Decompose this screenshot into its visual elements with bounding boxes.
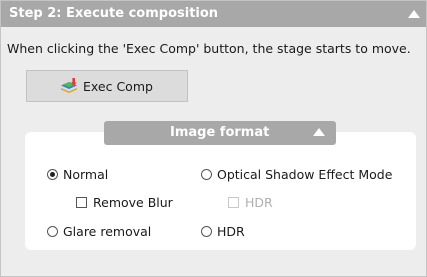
image-format-title: Image format (170, 125, 270, 140)
layers-download-icon (61, 78, 77, 93)
remove-blur-label: Remove Blur (93, 195, 173, 210)
normal-label: Normal (63, 167, 109, 182)
remove-blur-checkbox[interactable]: Remove Blur (76, 195, 173, 210)
hdr-radio-label: HDR (217, 224, 245, 239)
normal-radio[interactable]: Normal (47, 167, 108, 182)
image-format-group: Normal Remove Blur Glare removal Optical… (25, 132, 416, 250)
image-format-header[interactable]: Image format (104, 121, 336, 145)
hdr-checkbox-label: HDR (245, 195, 273, 210)
exec-comp-button[interactable]: Exec Comp (26, 70, 188, 102)
glare-removal-label: Glare removal (63, 224, 152, 239)
chevron-up-icon[interactable] (313, 128, 325, 136)
optical-shadow-radio[interactable]: Optical Shadow Effect Mode (201, 167, 392, 182)
glare-removal-radio[interactable]: Glare removal (47, 224, 151, 239)
panel-title: Step 2: Execute composition (9, 6, 219, 21)
radio-indicator (47, 226, 58, 237)
radio-selected-indicator (47, 169, 58, 180)
execute-composition-panel: Step 2: Execute composition When clickin… (0, 0, 427, 277)
chevron-up-icon[interactable] (408, 10, 420, 18)
checkbox-box (76, 197, 87, 208)
hdr-checkbox: HDR (228, 195, 273, 210)
checkbox-box (228, 197, 239, 208)
radio-indicator (201, 169, 212, 180)
radio-indicator (201, 226, 212, 237)
panel-description: When clicking the 'Exec Comp' button, th… (7, 41, 411, 56)
exec-comp-label: Exec Comp (83, 79, 153, 94)
optical-shadow-label: Optical Shadow Effect Mode (217, 167, 393, 182)
hdr-radio[interactable]: HDR (201, 224, 245, 239)
panel-header[interactable]: Step 2: Execute composition (1, 1, 426, 27)
